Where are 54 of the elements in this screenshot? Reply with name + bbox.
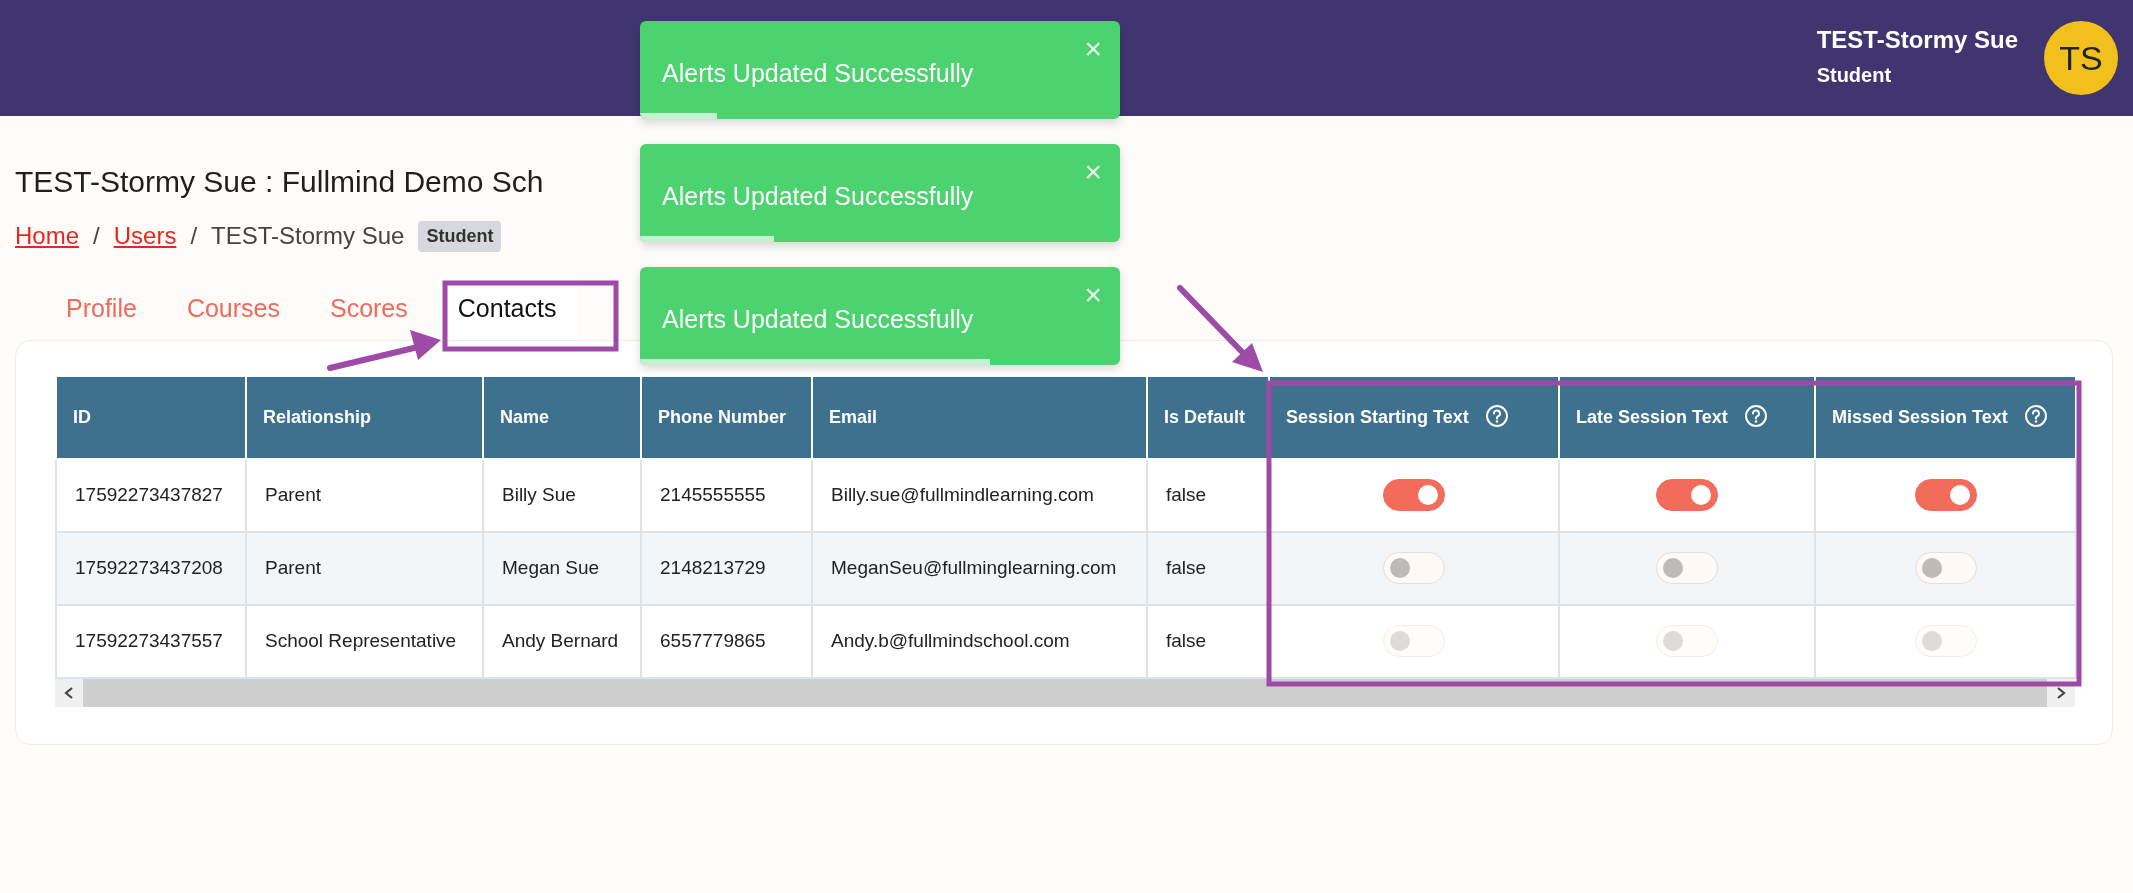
toggle-switch[interactable] <box>1656 479 1718 511</box>
column-header: Is Default <box>1147 376 1269 459</box>
table-cell: Billy Sue <box>483 458 641 532</box>
page-title: TEST-Stormy Sue : Fullmind Demo Sch <box>15 164 544 200</box>
breadcrumb-link[interactable]: Home <box>15 218 80 254</box>
tab[interactable]: Scores <box>307 278 430 340</box>
column-header: Session Starting Text <box>1269 376 1559 459</box>
help-icon <box>1743 403 1768 428</box>
toggle-switch[interactable] <box>1914 479 1977 511</box>
toggle-switch[interactable] <box>1383 479 1445 511</box>
column-header: Late Session Text <box>1559 376 1815 459</box>
column-header: Name <box>483 376 641 459</box>
table-cell: Billy.sue@fullmindlearning.com <box>812 458 1147 532</box>
role-badge: Student <box>418 220 502 252</box>
scroll-left-button[interactable] <box>55 678 83 707</box>
breadcrumb-separator: / <box>190 221 198 251</box>
table-cell: 2148213729 <box>641 531 812 605</box>
toast-message: Alerts Updated Successfully <box>662 304 974 335</box>
help-icon <box>2023 403 2048 428</box>
table-cell: Andy.b@fullmindschool.com <box>812 604 1147 678</box>
toast-message: Alerts Updated Successfully <box>662 181 974 212</box>
close-button[interactable]: × <box>1080 31 1106 67</box>
table-cell: Andy Bernard <box>483 604 641 678</box>
table-cell: Parent <box>246 531 483 605</box>
column-header: Phone Number <box>641 376 812 459</box>
column-header: Relationship <box>246 376 483 459</box>
user-role: Student <box>1816 63 1893 89</box>
table-cell: Parent <box>246 458 483 532</box>
table-cell: 17592273437827 <box>56 458 246 532</box>
table-cell: 17592273437557 <box>56 604 246 678</box>
close-button[interactable]: × <box>1080 277 1106 313</box>
breadcrumb-current: TEST-Stormy Sue <box>211 221 405 251</box>
avatar[interactable]: TS <box>2044 21 2118 95</box>
table-cell: School Representative <box>246 604 483 678</box>
column-header: ID <box>56 376 246 459</box>
table-cell: 6557779865 <box>641 604 812 678</box>
close-button[interactable]: × <box>1080 154 1106 190</box>
toast-message: Alerts Updated Successfully <box>662 58 974 89</box>
table-cell: MeganSeu@fullminglearning.com <box>812 531 1147 605</box>
chevron-right-icon <box>2055 685 2067 700</box>
tab[interactable]: Courses <box>164 278 302 340</box>
table-cell: Megan Sue <box>483 531 641 605</box>
chevron-left-icon <box>63 685 75 700</box>
column-header: Missed Session Text <box>1815 376 2076 459</box>
breadcrumb-separator: / <box>93 221 100 251</box>
breadcrumb-link[interactable]: Users <box>113 218 177 254</box>
table-cell: 2145555555 <box>641 458 812 532</box>
column-header: Email <box>812 376 1147 459</box>
table-cell: 17592273437208 <box>56 531 246 605</box>
tab[interactable]: Contacts <box>435 278 579 340</box>
help-icon <box>1484 403 1509 428</box>
user-name: TEST-Stormy Sue <box>1816 25 2018 55</box>
table-cell: false <box>1147 531 1269 605</box>
tab[interactable]: Profile <box>44 278 159 340</box>
